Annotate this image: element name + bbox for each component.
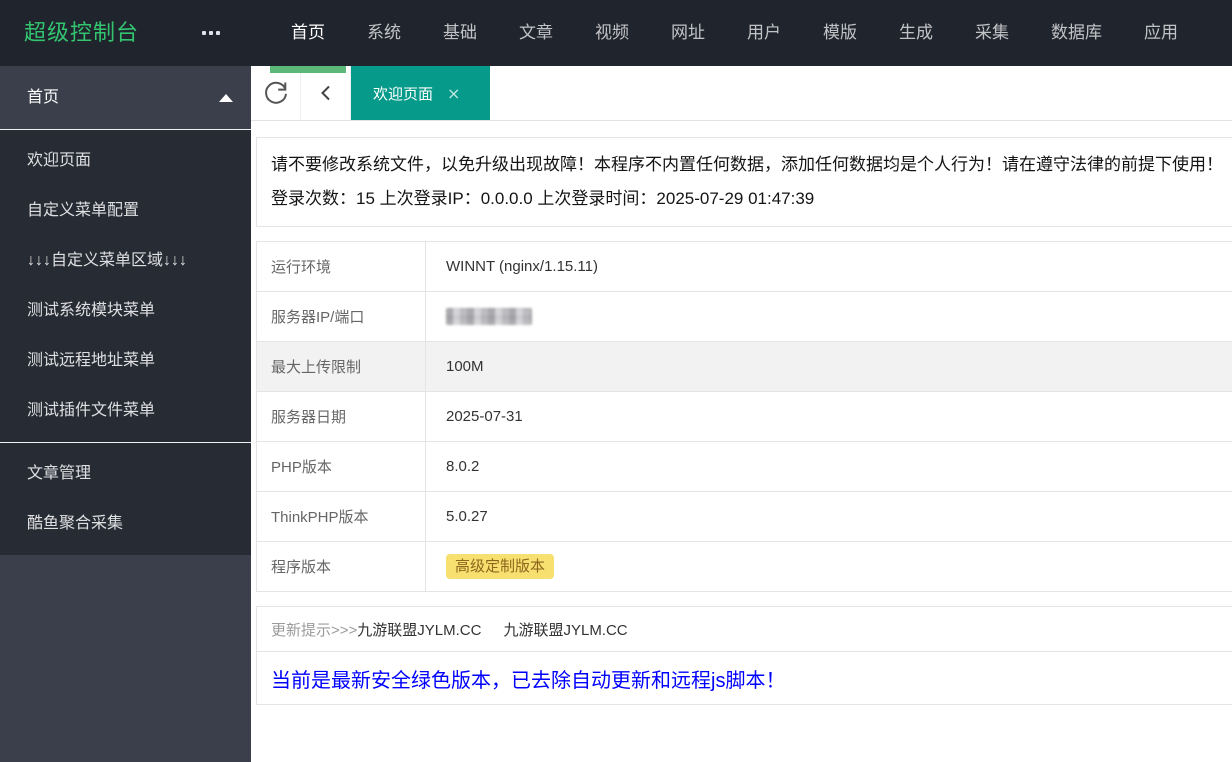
version-message: 当前是最新安全绿色版本，已去除自动更新和远程js脚本！ (271, 669, 786, 692)
table-row: 运行环境 WINNT (nginx/1.15.11) (257, 242, 1232, 292)
update-link-2[interactable]: 九游联盟JYLM.CC (503, 619, 627, 640)
topnav-item-link[interactable]: 采集 (954, 0, 1030, 66)
version-badge: 高级定制版本 (446, 554, 555, 579)
sidebar: 首页 欢迎页面 自定义菜单配置 ↓↓↓自定义菜单区域↓↓↓ 测试系统模块菜单 测试远程地… (0, 66, 251, 762)
topnav-item-link[interactable]: 模版 (802, 0, 878, 66)
sidebar-item[interactable]: 测试远程地址菜单 (0, 336, 251, 386)
row-label: ThinkPHP版本 (257, 492, 426, 541)
row-value: 2025-07-31 (446, 408, 523, 425)
table-row: 最大上传限制 100M (257, 342, 1232, 392)
row-label: PHP版本 (257, 442, 426, 491)
sidebar-item[interactable]: 欢迎页面 (0, 136, 251, 186)
main-content: 请不要修改系统文件，以免升级出现故障！本程序不内置任何数据，添加任何数据均是个人… (251, 121, 1232, 762)
app-logo: 超级控制台 (24, 20, 140, 45)
top-navigation: 首页 系统 基础 文章 视频 网址 用户 模版 生成 采集 数据库 应用 (270, 0, 1199, 73)
table-row: PHP版本 8.0.2 (257, 442, 1232, 492)
notice-card: 请不要修改系统文件，以免升级出现故障！本程序不内置任何数据，添加任何数据均是个人… (256, 137, 1232, 227)
row-label: 最大上传限制 (257, 342, 426, 391)
update-hint-prefix: 更新提示>>> (271, 621, 358, 639)
topnav-item-link[interactable]: 视频 (574, 0, 650, 66)
row-value: WINNT (nginx/1.15.11) (446, 258, 598, 275)
table-row: 程序版本 高级定制版本 (257, 542, 1232, 592)
tab-label: 欢迎页面 (373, 85, 434, 103)
refresh-button[interactable] (251, 66, 301, 120)
row-value (426, 292, 532, 341)
refresh-icon (264, 81, 287, 104)
sidebar-submenu: 欢迎页面 自定义菜单配置 ↓↓↓自定义菜单区域↓↓↓ 测试系统模块菜单 测试远程地址菜单… (0, 130, 251, 442)
topnav-item-link[interactable]: 网址 (650, 0, 726, 66)
sidebar-item[interactable]: 自定义菜单配置 (0, 186, 251, 236)
row-label: 服务器日期 (257, 392, 426, 441)
redacted-value (446, 308, 532, 325)
row-value: 100M (446, 358, 484, 375)
row-label: 服务器IP/端口 (257, 292, 426, 341)
topnav-item-link[interactable]: 系统 (346, 0, 422, 66)
row-value: 8.0.2 (446, 458, 480, 475)
sidebar-item[interactable]: ↓↓↓自定义菜单区域↓↓↓ (0, 236, 251, 286)
row-label: 程序版本 (257, 542, 426, 591)
table-row: ThinkPHP版本 5.0.27 (257, 492, 1232, 542)
admin-console-page: 超级控制台 首页 系统 基础 文章 视频 网址 用户 模版 生成 采集 数据库 应用 首页 欢迎页面自… (0, 0, 1232, 762)
topbar: 超级控制台 首页 系统 基础 文章 视频 网址 用户 模版 生成 采集 数据库 应用 (0, 0, 1232, 73)
tabbar: 欢迎页面 × (251, 66, 1232, 121)
topnav-item-link[interactable]: 数据库 (1030, 0, 1123, 66)
table-row: 服务器IP/端口 (257, 292, 1232, 342)
topnav-item-link[interactable]: 用户 (726, 0, 802, 66)
tab-close-icon[interactable]: × (447, 84, 460, 103)
sidebar-item[interactable]: 测试系统模块菜单 (0, 286, 251, 336)
sidebar-submenu-extra: 文章管理 酷鱼聚合采集 (0, 443, 251, 555)
row-value: 5.0.27 (446, 508, 488, 525)
topnav-item-link[interactable]: 基础 (422, 0, 498, 66)
tab-welcome-page[interactable]: 欢迎页面 × (351, 66, 490, 120)
sidebar-group-label: 首页 (27, 89, 60, 106)
row-label: 运行环境 (257, 242, 426, 291)
scroll-tabs-left-button[interactable] (301, 66, 351, 120)
system-info-table: 运行环境 WINNT (nginx/1.15.11) 服务器IP/端口 最大上传限制 1… (256, 241, 1232, 592)
update-hint-row: 更新提示>>> 九游联盟JYLM.CC 九游联盟JYLM.CC (257, 607, 1232, 652)
topnav-item-link[interactable]: 应用 (1123, 0, 1199, 66)
update-section: 更新提示>>> 九游联盟JYLM.CC 九游联盟JYLM.CC 当前是最新安全绿… (256, 606, 1232, 705)
version-message-row: 当前是最新安全绿色版本，已去除自动更新和远程js脚本！ (257, 652, 1232, 705)
topnav-item-active[interactable]: 首页 (270, 0, 346, 73)
sidebar-item[interactable]: 文章管理 (0, 449, 251, 499)
topnav-item-link[interactable]: 生成 (878, 0, 954, 66)
notice-line-1: 请不要修改系统文件，以免升级出现故障！本程序不内置任何数据，添加任何数据均是个人… (271, 155, 1223, 174)
chevron-left-icon (320, 85, 330, 101)
row-value: 高级定制版本 (426, 542, 555, 591)
collapse-arrow-icon (219, 94, 233, 102)
table-row: 服务器日期 2025-07-31 (257, 392, 1232, 442)
notice-line-2: 登录次数：15 上次登录IP：0.0.0.0 上次登录时间：2025-07-29… (271, 189, 815, 208)
sidebar-item[interactable]: 测试插件文件菜单 (0, 386, 251, 436)
sidebar-item[interactable]: 酷鱼聚合采集 (0, 499, 251, 549)
more-menu-icon[interactable] (202, 0, 220, 66)
topnav-item-link[interactable]: 文章 (498, 0, 574, 66)
update-link-1[interactable]: 九游联盟JYLM.CC (357, 619, 481, 640)
sidebar-group-home[interactable]: 首页 (0, 66, 251, 129)
